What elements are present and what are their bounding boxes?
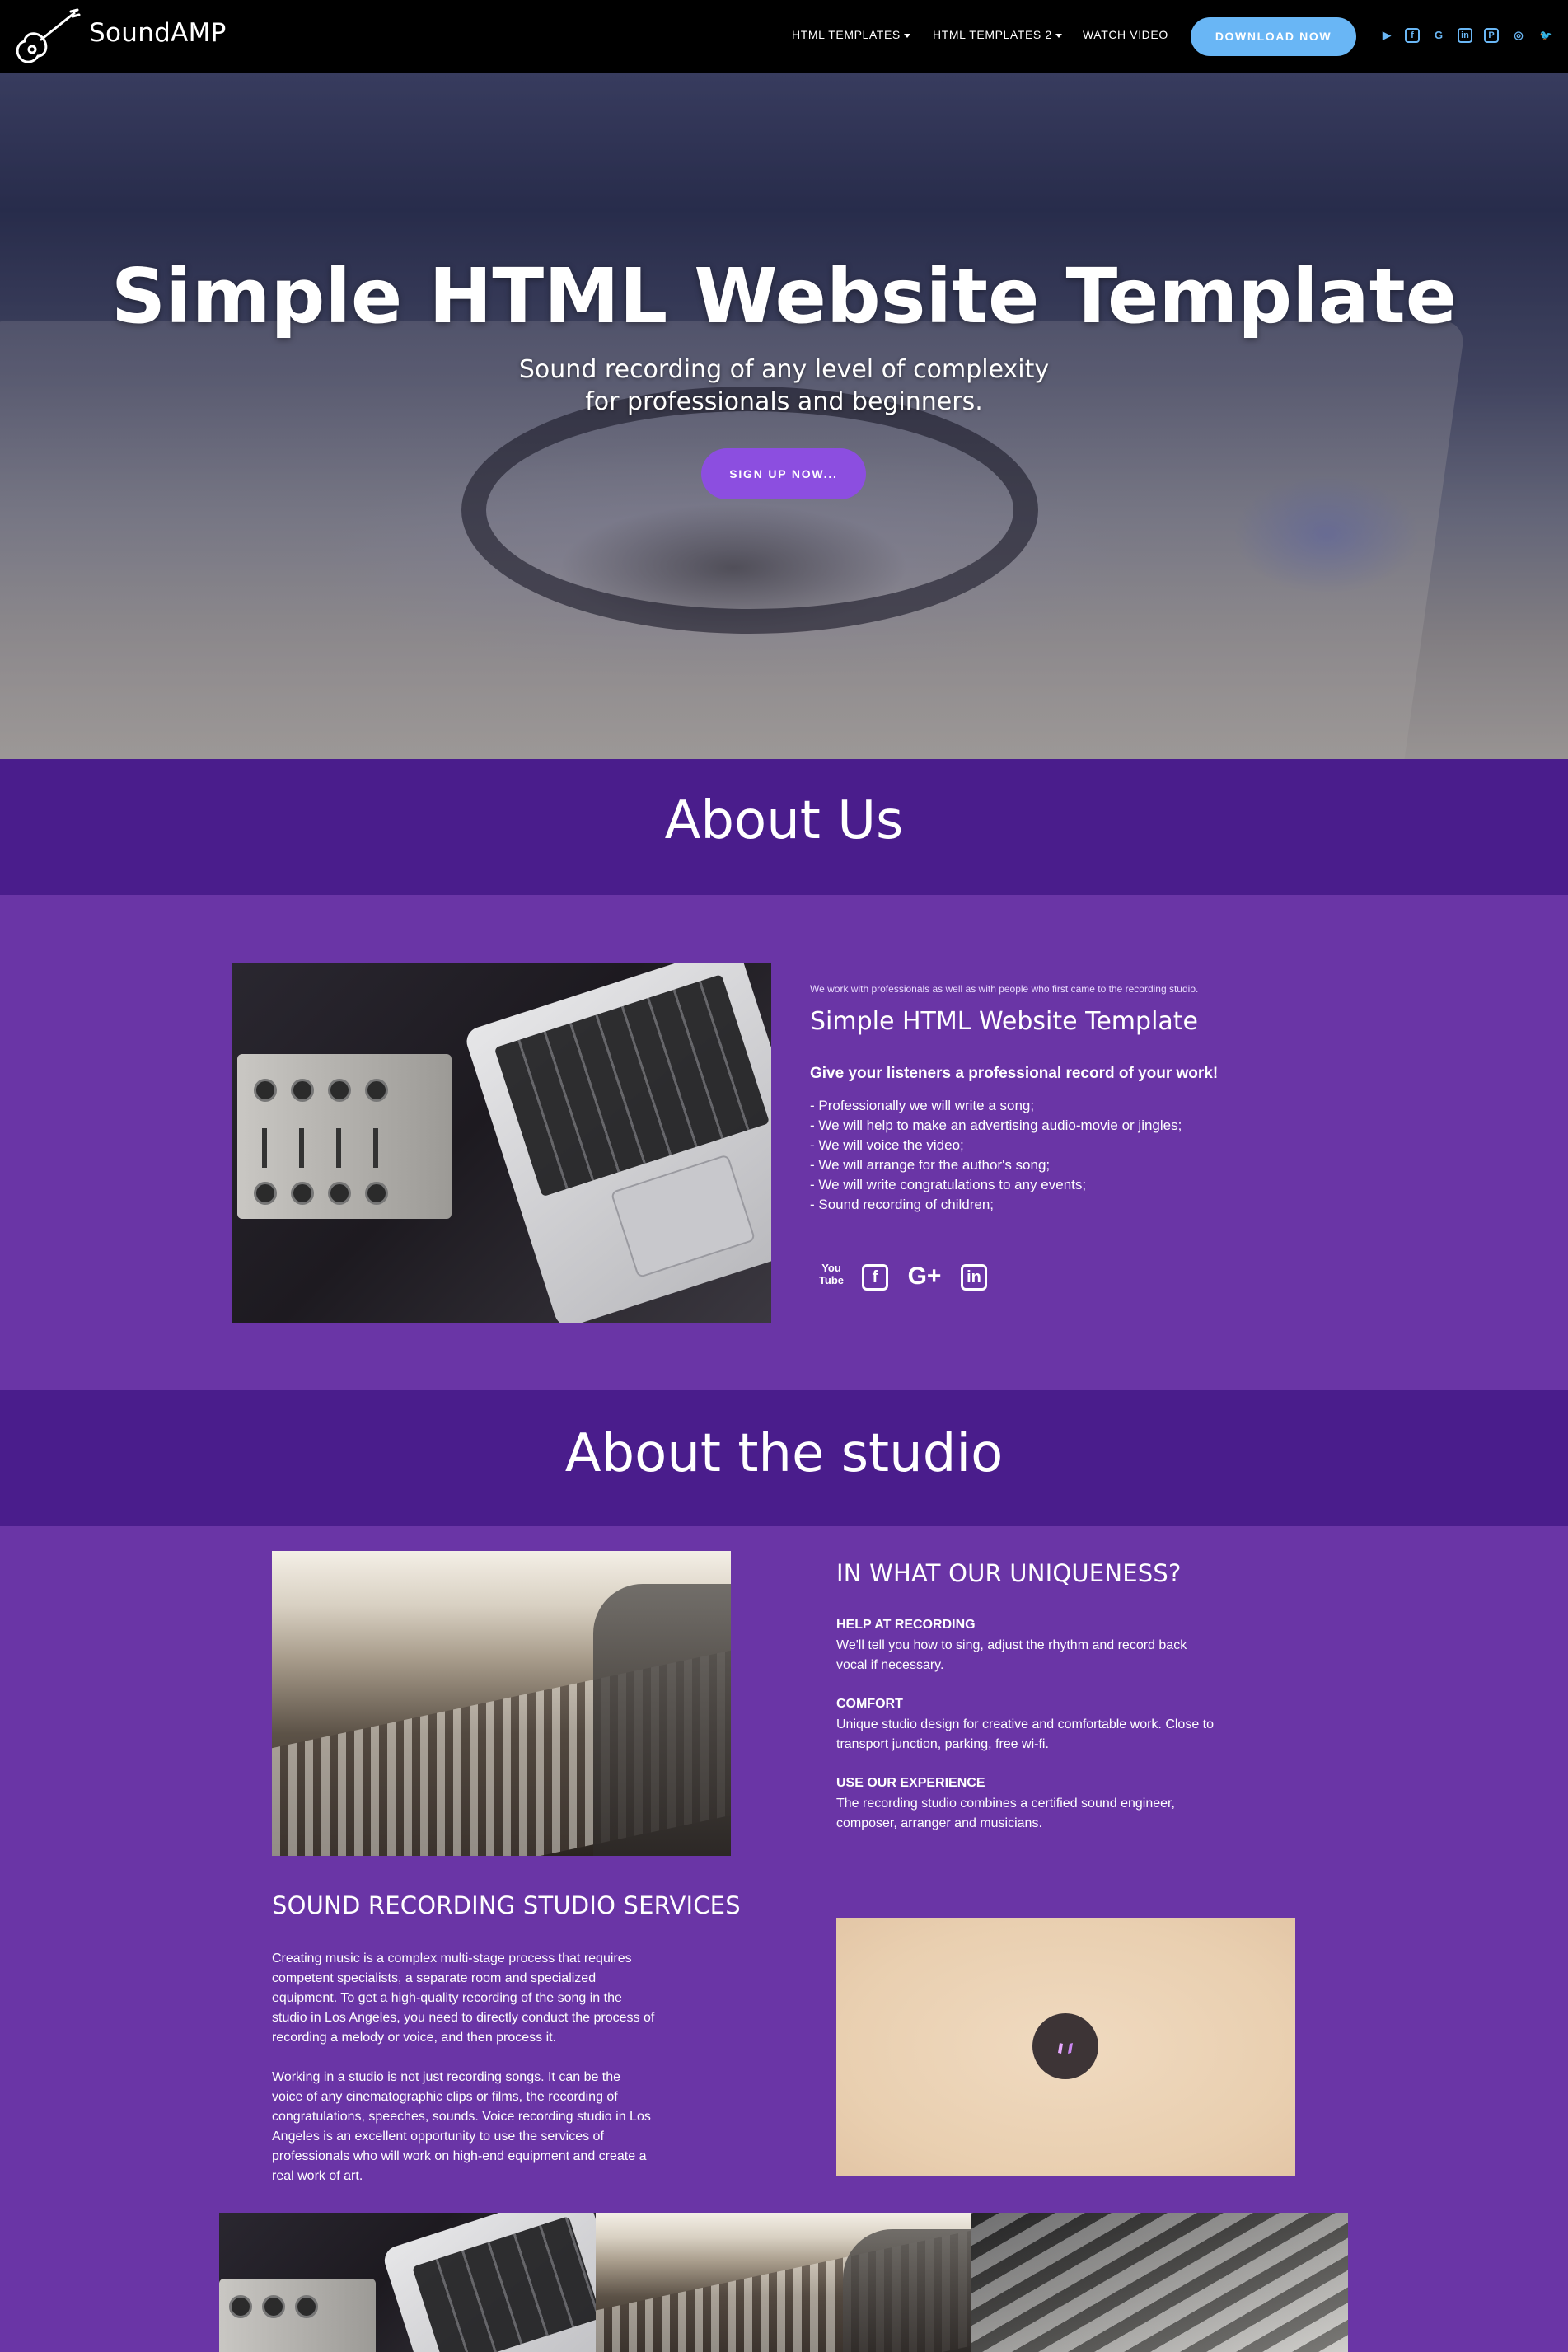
nav-item-html-templates[interactable]: HTML TEMPLATES <box>792 28 910 41</box>
hero-subtitle-line: for professionals and beginners. <box>585 387 983 416</box>
nav-item-html-templates-2[interactable]: HTML TEMPLATES 2 <box>933 28 1062 41</box>
services-heading: SOUND RECORDING STUDIO SERVICES <box>272 1891 741 1919</box>
instagram-icon[interactable]: ◎ <box>1510 27 1527 44</box>
laptop-image <box>462 963 771 1323</box>
list-item: - We will voice the video; <box>810 1137 964 1153</box>
hero-banner: Simple HTML Website Template Sound recor… <box>0 73 1568 759</box>
feature-text-line: The recording studio combines a certifie… <box>836 1797 1175 1811</box>
nav-item-watch-video[interactable]: WATCH VIDEO <box>1083 28 1168 41</box>
paragraph-line: Angeles is an excellent opportunity to u… <box>272 2129 604 2144</box>
hero-title: Simple HTML Website Template <box>110 252 1458 340</box>
gallery-image[interactable] <box>219 2213 596 2352</box>
paragraph-line: congratulations, speeches, sounds. Voice… <box>272 2110 651 2124</box>
headphones-icon <box>1058 2043 1073 2054</box>
paragraph-line: voice of any cinematographic clips or fi… <box>272 2090 618 2104</box>
about-us-header: About Us <box>0 759 1568 895</box>
about-heading: Simple HTML Website Template <box>810 1007 1199 1036</box>
paragraph-line: studio in Los Angeles, you need to direc… <box>272 2011 655 2025</box>
paragraph-line: equipment. To get a high-quality recordi… <box>272 1991 622 2005</box>
paragraph-line: competent specialists, a separate room a… <box>272 1971 597 1985</box>
about-intro: We work with professionals as well as wi… <box>810 983 1199 995</box>
youtube-icon[interactable]: ▶ <box>1378 27 1395 44</box>
list-item: - We will write congratulations to any e… <box>810 1177 1087 1192</box>
section-title: About the studio <box>564 1423 1004 1484</box>
google-plus-icon[interactable]: G+ <box>905 1262 944 1291</box>
paragraph-line: real work of art. <box>272 2169 363 2183</box>
play-button[interactable] <box>1032 2013 1098 2079</box>
top-navbar: SoundAMP HTML TEMPLATES HTML TEMPLATES 2… <box>0 0 1568 73</box>
feature-text-line: transport junction, parking, free wi-fi. <box>836 1737 1049 1751</box>
list-item: - We will arrange for the author's song; <box>810 1157 1051 1173</box>
list-item: - We will help to make an advertising au… <box>810 1117 1182 1133</box>
hero-subtitle: Sound recording of any level of complexi… <box>0 354 1568 418</box>
feature-text-line: Unique studio design for creative and co… <box>836 1717 1215 1731</box>
feature-text: The recording studio combines a certifie… <box>836 1794 1175 1834</box>
google-plus-icon[interactable]: G <box>1430 27 1447 44</box>
mixing-console-photo <box>272 1551 731 1856</box>
audio-mixer-image <box>237 1054 452 1219</box>
caret-down-icon <box>1055 33 1062 38</box>
nav-item-label: HTML TEMPLATES 2 <box>933 28 1052 41</box>
feature-title: HELP AT RECORDING <box>836 1618 976 1632</box>
linkedin-icon[interactable]: in <box>961 1264 987 1291</box>
feature-text: Unique studio design for creative and co… <box>836 1715 1214 1755</box>
section-title: About Us <box>664 790 904 851</box>
feature-text: We'll tell you how to sing, adjust the r… <box>836 1636 1187 1675</box>
hero-subtitle-line: Sound recording of any level of complexi… <box>518 355 1050 384</box>
sign-up-button[interactable]: SIGN UP NOW... <box>701 448 866 499</box>
gallery-image[interactable] <box>971 2213 1348 2352</box>
paragraph-line: professionals who will work on high-end … <box>272 2149 647 2163</box>
about-studio-header: About the studio <box>0 1390 1568 1526</box>
caret-down-icon <box>903 33 910 38</box>
list-item: - Professionally we will write a song; <box>810 1098 1035 1113</box>
uniqueness-heading: IN WHAT OUR UNIQUENESS? <box>836 1559 1182 1587</box>
nav-item-label: WATCH VIDEO <box>1083 28 1168 41</box>
feature-text-line: vocal if necessary. <box>836 1658 944 1672</box>
gallery-image[interactable] <box>596 2213 971 2352</box>
brand-name[interactable]: SoundAMP <box>89 18 227 48</box>
paragraph-line: Working in a studio is not just recordin… <box>272 2070 621 2084</box>
feature-title: COMFORT <box>836 1697 903 1711</box>
download-now-button[interactable]: DOWNLOAD NOW <box>1191 17 1356 56</box>
services-paragraph: Creating music is a complex multi-stage … <box>272 1949 654 2048</box>
services-paragraph: Working in a studio is not just recordin… <box>272 2068 651 2186</box>
feature-title: USE OUR EXPERIENCE <box>836 1776 985 1790</box>
youtube-icon[interactable]: You Tube <box>817 1262 845 1291</box>
facebook-icon[interactable]: f <box>862 1264 888 1291</box>
linkedin-icon[interactable]: in <box>1458 28 1472 43</box>
feature-text-line: composer, arranger and musicians. <box>836 1816 1042 1830</box>
about-subheading: Give your listeners a professional recor… <box>810 1065 1219 1082</box>
pinterest-icon[interactable]: P <box>1484 28 1499 43</box>
services-list: - Professionally we will write a song; -… <box>810 1096 1182 1215</box>
twitter-icon[interactable]: 🐦 <box>1538 27 1554 44</box>
feature-text-line: We'll tell you how to sing, adjust the r… <box>836 1638 1187 1652</box>
facebook-icon[interactable]: f <box>1405 28 1420 43</box>
nav-item-label: HTML TEMPLATES <box>792 28 901 41</box>
engineer-arm-image <box>593 1584 731 1856</box>
list-item: - Sound recording of children; <box>810 1197 995 1212</box>
paragraph-line: Creating music is a complex multi-stage … <box>272 1951 632 1965</box>
mixer-laptop-photo <box>232 963 771 1323</box>
paragraph-line: recording a melody or voice, and then pr… <box>272 2031 557 2045</box>
guitar-logo-icon[interactable] <box>10 7 81 69</box>
